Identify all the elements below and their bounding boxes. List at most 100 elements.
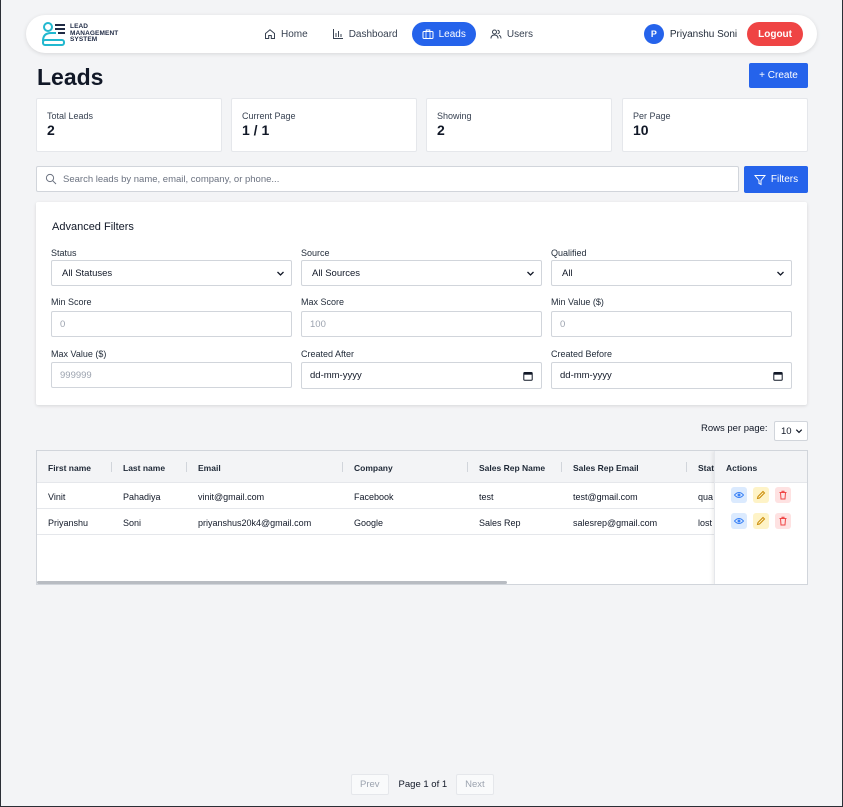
trash-icon <box>779 490 787 500</box>
cell-sales-rep-email: test@gmail.com <box>573 492 638 502</box>
created-after-value: dd-mm-yyyy <box>310 370 362 381</box>
prev-button[interactable]: Prev <box>351 774 389 795</box>
chevron-down-icon <box>795 429 803 434</box>
delete-button[interactable] <box>775 487 791 503</box>
column-divider[interactable] <box>111 462 112 472</box>
search-input[interactable] <box>63 173 663 185</box>
actions-column: Actions <box>714 451 807 584</box>
qualified-label: Qualified <box>551 248 587 258</box>
pencil-icon <box>756 490 766 500</box>
column-header-email[interactable]: Email <box>198 463 221 473</box>
stat-value: 1 / 1 <box>242 122 270 138</box>
qualified-select[interactable]: All <box>551 260 792 286</box>
column-header-last-name[interactable]: Last name <box>123 463 165 473</box>
qualified-select-value: All <box>562 267 573 279</box>
table-row[interactable]: Priyanshu Soni priyanshus20k4@gmail.com … <box>37 509 807 535</box>
created-before-input[interactable]: dd-mm-yyyy <box>551 362 792 389</box>
column-divider[interactable] <box>342 462 343 472</box>
chevron-down-icon <box>277 271 284 276</box>
created-after-label: Created After <box>301 349 355 359</box>
nav-item-label: Dashboard <box>348 28 398 40</box>
eye-icon <box>734 518 744 524</box>
column-divider[interactable] <box>186 462 187 472</box>
edit-button[interactable] <box>753 487 769 503</box>
nav-item-home[interactable]: Home <box>254 22 318 46</box>
max-score-input[interactable]: 100 <box>301 311 542 337</box>
column-header-actions: Actions <box>726 463 758 473</box>
chevron-down-icon <box>777 271 784 276</box>
column-header-first-name[interactable]: First name <box>48 463 91 473</box>
calendar-icon[interactable] <box>523 371 533 381</box>
eye-icon <box>734 492 744 498</box>
delete-button[interactable] <box>775 513 791 529</box>
max-value-input[interactable]: 999999 <box>51 362 292 388</box>
view-button[interactable] <box>731 487 747 503</box>
chevron-down-icon <box>527 271 534 276</box>
column-divider[interactable] <box>686 462 687 472</box>
stat-value: 10 <box>633 122 649 138</box>
min-value-input[interactable]: 0 <box>551 311 792 337</box>
cell-first-name: Vinit <box>48 492 66 502</box>
cell-sales-rep-name: test <box>479 492 494 502</box>
actions-header: Actions <box>715 451 807 483</box>
advanced-filters-panel: Advanced Filters Status All Statuses Sou… <box>36 202 807 405</box>
filters-button-label: Filters <box>770 174 799 185</box>
stat-label: Showing <box>437 111 472 121</box>
nav-item-dashboard[interactable]: Dashboard <box>322 22 408 46</box>
next-button[interactable]: Next <box>456 774 494 795</box>
cell-company: Facebook <box>354 492 394 502</box>
top-navbar: LEAD MANAGEMENT SYSTEM Home Dashboard Le… <box>26 15 817 53</box>
cell-status: lost <box>698 518 713 528</box>
column-header-sales-rep-name[interactable]: Sales Rep Name <box>479 463 545 473</box>
status-select[interactable]: All Statuses <box>51 260 292 286</box>
leads-table: First name Last name Email Company Sales… <box>36 450 808 585</box>
min-score-input[interactable]: 0 <box>51 311 292 337</box>
cell-last-name: Pahadiya <box>123 492 161 502</box>
edit-button[interactable] <box>753 513 769 529</box>
min-score-label: Min Score <box>51 297 92 307</box>
cell-sales-rep-name: Sales Rep <box>479 518 521 528</box>
nav-item-users[interactable]: Users <box>480 22 543 46</box>
home-icon <box>265 29 275 39</box>
rows-per-page-value: 10 <box>781 425 792 437</box>
created-before-label: Created Before <box>551 349 613 359</box>
column-header-status[interactable]: Stat <box>698 463 714 473</box>
filters-button[interactable]: Filters <box>744 166 808 193</box>
source-select[interactable]: All Sources <box>301 260 542 286</box>
stat-label: Total Leads <box>47 111 94 121</box>
search-box <box>36 166 739 192</box>
trash-icon <box>779 516 787 526</box>
calendar-icon[interactable] <box>773 371 783 381</box>
column-divider[interactable] <box>561 462 562 472</box>
status-select-value: All Statuses <box>62 267 113 279</box>
app-logo[interactable]: LEAD MANAGEMENT SYSTEM <box>42 21 118 47</box>
cell-last-name: Soni <box>123 518 142 528</box>
max-score-label: Max Score <box>301 297 345 307</box>
table-header: First name Last name Email Company Sales… <box>37 451 807 483</box>
view-button[interactable] <box>731 513 747 529</box>
avatar[interactable]: P <box>643 24 664 44</box>
source-label: Source <box>301 248 330 258</box>
logout-button[interactable]: Logout <box>747 22 803 46</box>
table-row[interactable]: Vinit Pahadiya vinit@gmail.com Facebook … <box>37 483 807 509</box>
stat-label: Per Page <box>633 111 671 121</box>
advanced-filters-title: Advanced Filters <box>52 221 134 233</box>
created-after-input[interactable]: dd-mm-yyyy <box>301 362 542 389</box>
nav-links: Home Dashboard Leads Users <box>254 22 543 46</box>
column-divider[interactable] <box>467 462 468 472</box>
stat-card-per-page: Per Page 10 <box>622 98 808 152</box>
column-header-company[interactable]: Company <box>354 463 393 473</box>
stat-card-current-page: Current Page 1 / 1 <box>231 98 417 152</box>
rows-per-page-select[interactable]: 10 <box>774 421 808 441</box>
create-button[interactable]: + Create <box>749 63 808 88</box>
nav-item-leads[interactable]: Leads <box>411 22 476 46</box>
cell-sales-rep-email: salesrep@gmail.com <box>573 518 658 528</box>
logo-text: LEAD MANAGEMENT SYSTEM <box>70 24 118 44</box>
max-value-label: Max Value ($) <box>51 349 107 359</box>
nav-item-label: Users <box>506 28 533 40</box>
horizontal-scrollbar[interactable] <box>37 581 507 584</box>
briefcase-icon <box>422 29 434 39</box>
column-header-sales-rep-email[interactable]: Sales Rep Email <box>573 463 639 473</box>
pencil-icon <box>756 516 766 526</box>
min-value-label: Min Value ($) <box>551 297 604 307</box>
